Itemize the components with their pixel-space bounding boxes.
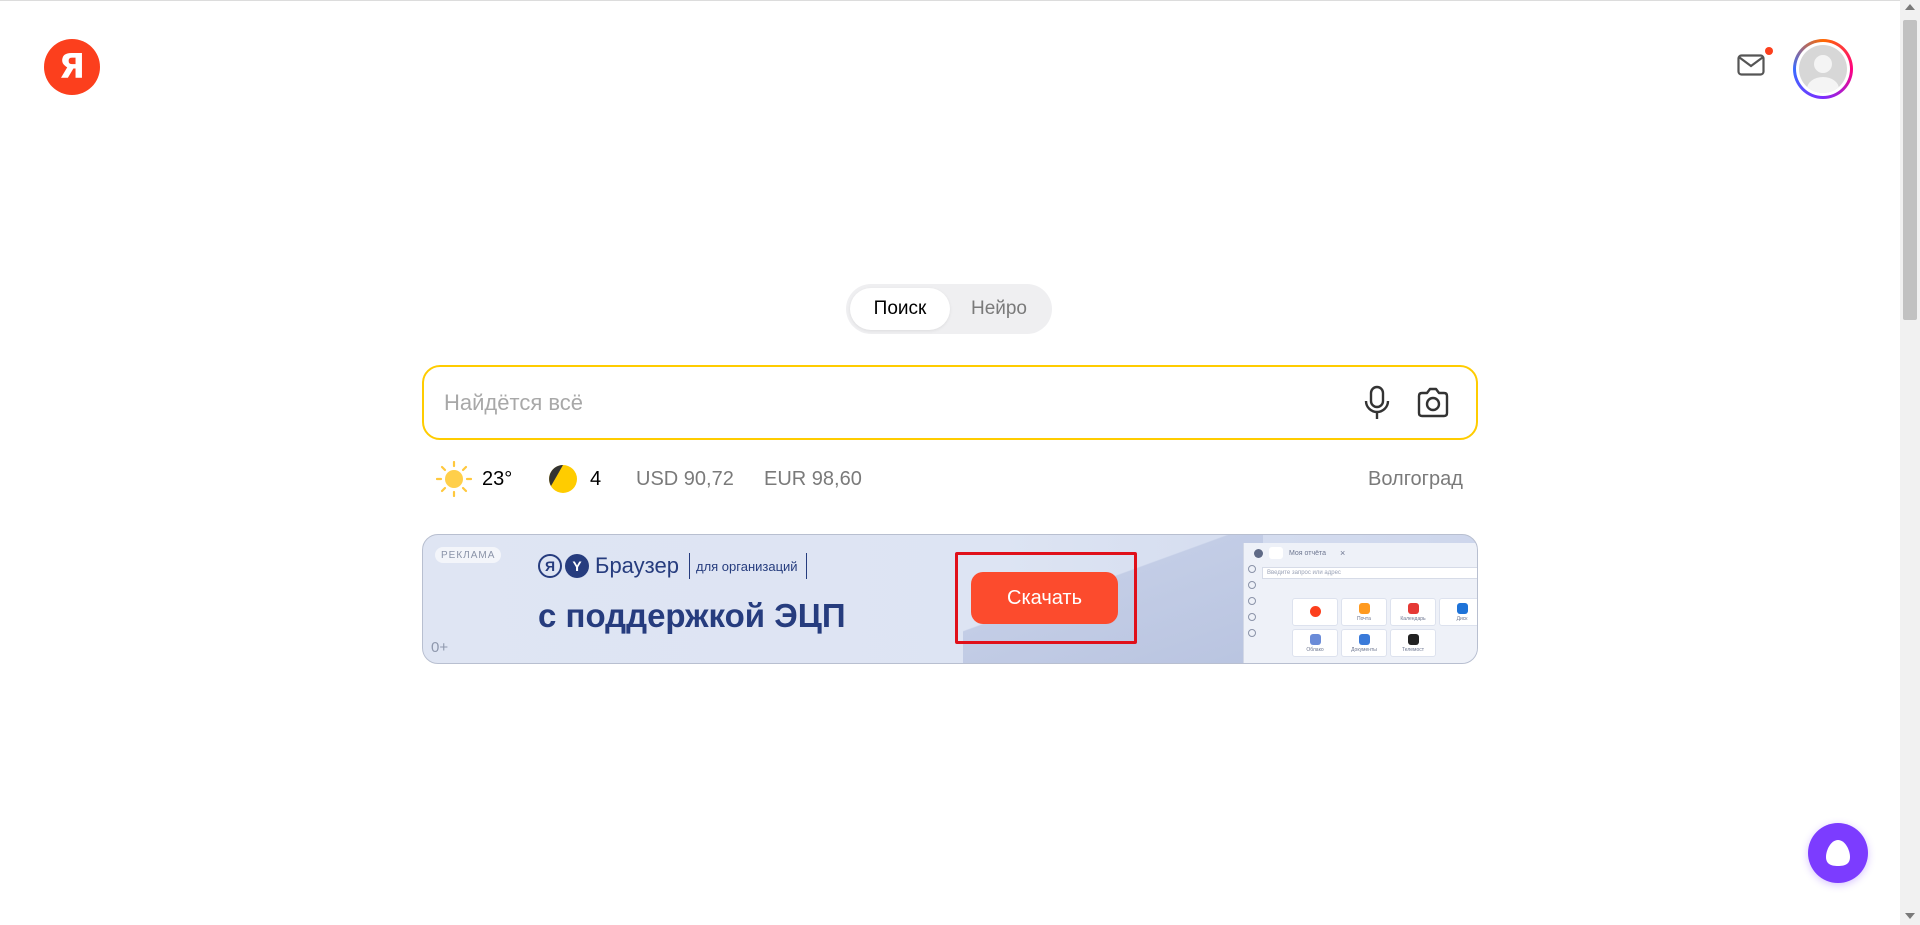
search-mode-switcher: Поиск Нейро <box>846 284 1052 334</box>
search-box <box>422 365 1478 440</box>
eur-rate[interactable]: EUR 98,60 <box>764 458 862 500</box>
weather-informer[interactable]: 23° <box>436 458 512 500</box>
yandex-logo[interactable]: Я <box>44 39 100 95</box>
preview-tile: Почта <box>1341 598 1387 626</box>
preview-tile: Документы <box>1341 629 1387 657</box>
sun-icon <box>436 461 472 497</box>
tab-neuro[interactable]: Нейро <box>950 288 1048 330</box>
search-input[interactable] <box>444 367 1324 438</box>
browser-preview-tabbar: Моя отчёта × <box>1244 543 1477 563</box>
city-name[interactable]: Волгоград <box>1368 458 1463 500</box>
ad-banner[interactable]: РЕКЛАМА 0+ Я Y Браузер для организаций с… <box>422 534 1478 664</box>
yandex-circle-icon: Я <box>538 554 562 578</box>
informers-bar: 23° 4 USD 90,72 EUR 98,60 Волгоград <box>436 458 1466 500</box>
ad-label: РЕКЛАМА <box>435 547 502 563</box>
camera-search-icon[interactable] <box>1414 385 1452 421</box>
usd-rate[interactable]: USD 90,72 <box>636 458 734 500</box>
brand-subtitle: для организаций <box>695 558 798 574</box>
scroll-down-arrow-icon[interactable] <box>1905 913 1915 919</box>
weather-temp: 23° <box>482 467 513 490</box>
mail-icon[interactable] <box>1737 54 1765 76</box>
brand-separator-end <box>805 553 807 579</box>
browser-preview-tab-title: Моя отчёта <box>1289 549 1327 557</box>
traffic-informer[interactable]: 4 <box>548 458 601 500</box>
preview-tile: Календарь <box>1390 598 1436 626</box>
browser-preview-close-icon: × <box>1340 548 1346 558</box>
banner-brand: Я Y Браузер для организаций <box>538 551 813 581</box>
yandex-home-page: Я Поиск Нейро Найдётся всё 23° 4 USD 90,… <box>0 0 1920 925</box>
user-avatar-icon[interactable] <box>1793 39 1853 99</box>
microphone-icon[interactable] <box>1359 384 1395 422</box>
preview-tile: Телемост <box>1390 629 1436 657</box>
scroll-up-arrow-icon[interactable] <box>1905 4 1915 10</box>
brand-name: Браузер <box>595 553 679 578</box>
logo-letter: Я <box>58 47 86 87</box>
browser-preview-address: Введите запрос или адрес <box>1262 567 1477 579</box>
tab-search[interactable]: Поиск <box>850 288 950 330</box>
brand-separator <box>688 553 690 579</box>
browser-preview-tiles: Почта Календарь Диск Облако Документы Те… <box>1292 598 1477 657</box>
preview-tile: Диск <box>1439 598 1477 626</box>
browser-preview-sidebar <box>1248 565 1258 637</box>
traffic-level: 4 <box>590 467 602 490</box>
download-button[interactable]: Скачать <box>971 572 1118 624</box>
scrollbar-thumb[interactable] <box>1903 20 1917 320</box>
browser-preview: Моя отчёта × Введите запрос или адрес По… <box>1243 543 1477 663</box>
traffic-icon <box>549 465 577 493</box>
banner-headline: с поддержкой ЭЦП <box>538 597 846 634</box>
browser-logo-icon: Y <box>565 554 589 578</box>
preview-tile: Облако <box>1292 629 1338 657</box>
browser-preview-logo-icon <box>1254 548 1263 558</box>
alice-assistant-icon[interactable] <box>1808 823 1868 883</box>
top-divider <box>0 0 1900 1</box>
browser-preview-tab <box>1269 547 1283 559</box>
preview-tile <box>1292 598 1338 626</box>
mail-notification-dot <box>1765 47 1773 55</box>
alice-shape-icon <box>1826 840 1850 866</box>
age-rating: 0+ <box>431 639 449 656</box>
